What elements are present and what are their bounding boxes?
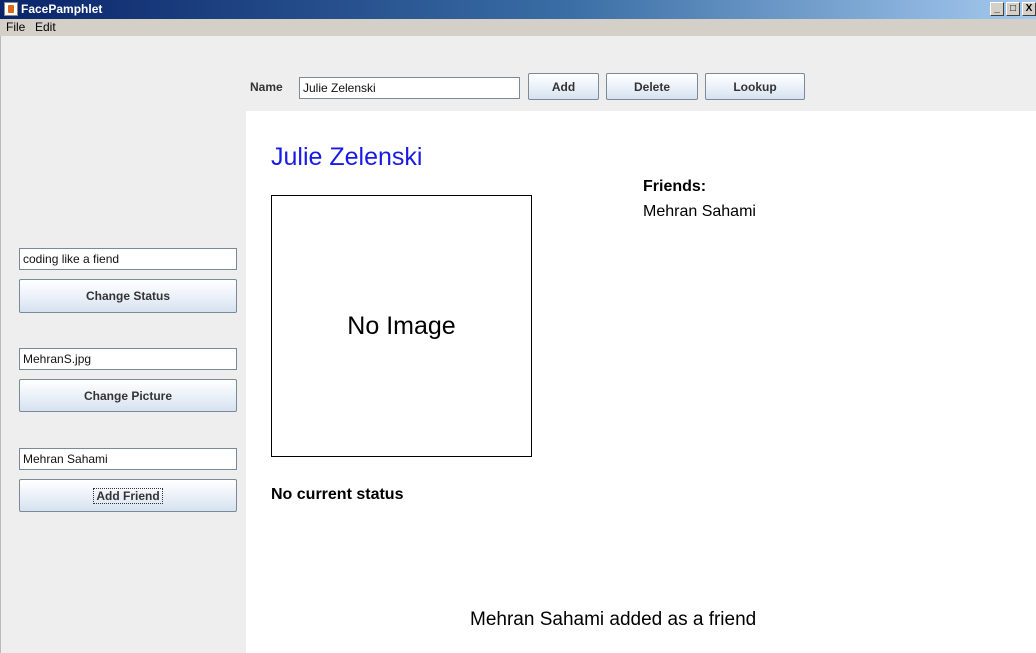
minimize-button[interactable]: _ bbox=[990, 2, 1004, 16]
no-image-label: No Image bbox=[347, 312, 456, 340]
picture-input[interactable] bbox=[19, 348, 237, 370]
delete-button[interactable]: Delete bbox=[606, 73, 698, 100]
maximize-button[interactable]: □ bbox=[1006, 2, 1020, 16]
application-message: Mehran Sahami added as a friend bbox=[470, 609, 757, 630]
change-picture-button[interactable]: Change Picture bbox=[19, 379, 237, 412]
menu-file[interactable]: File bbox=[6, 20, 25, 34]
menu-edit[interactable]: Edit bbox=[35, 20, 56, 34]
name-input[interactable] bbox=[299, 77, 520, 99]
close-button[interactable]: X bbox=[1022, 2, 1036, 16]
friend-input[interactable] bbox=[19, 448, 237, 470]
profile-image-box: No Image bbox=[271, 195, 532, 457]
friends-header: Friends: bbox=[643, 178, 707, 195]
menu-bar: File Edit bbox=[0, 19, 1036, 36]
profile-name: Julie Zelenski bbox=[271, 143, 423, 171]
status-input[interactable] bbox=[19, 248, 237, 270]
window-controls: _ □ X bbox=[990, 2, 1036, 16]
change-status-button[interactable]: Change Status bbox=[19, 279, 237, 313]
profile-status: No current status bbox=[271, 486, 404, 503]
add-friend-label: Add Friend bbox=[93, 487, 163, 504]
window-border bbox=[0, 36, 1, 653]
title-bar: FacePamphlet _ □ X bbox=[0, 0, 1036, 19]
friend-list-item: Mehran Sahami bbox=[643, 203, 756, 220]
lookup-button[interactable]: Lookup bbox=[705, 73, 805, 100]
name-label: Name bbox=[250, 80, 283, 94]
window-title: FacePamphlet bbox=[21, 2, 103, 16]
java-app-icon bbox=[4, 2, 18, 16]
add-button[interactable]: Add bbox=[528, 73, 599, 100]
add-friend-button[interactable]: Add Friend bbox=[19, 479, 237, 512]
